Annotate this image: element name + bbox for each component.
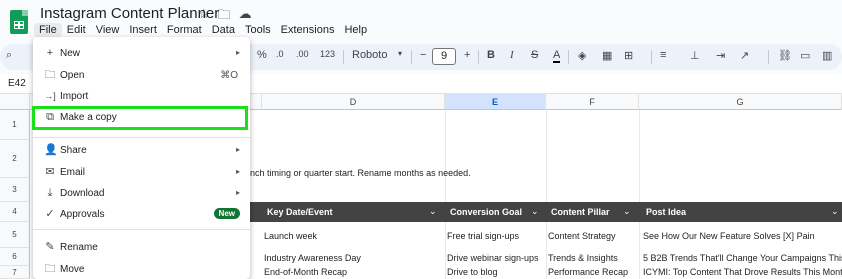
row-header-5[interactable]: 5 [0,222,30,248]
menu-bar: File Edit View Insert Format Data Tools … [34,23,372,37]
shortcut-label: ⌘O [220,70,238,81]
menu-insert[interactable]: Insert [124,23,162,37]
insert-link-icon[interactable]: ⛓ [778,49,792,62]
filter-chevron-icon[interactable]: ⌄ [623,206,631,217]
menu-item-move[interactable]: 🗀 Move [33,259,250,279]
menu-item-import[interactable]: →] Import [33,86,250,107]
download-icon: ⤓ [47,187,53,199]
fill-color-icon[interactable]: ◈ [578,49,586,62]
menu-tools[interactable]: Tools [240,23,276,37]
file-menu: + New ▸ 🗀 Open ⌘O →] Import ⧉ Make a cop… [32,37,250,279]
font-size-input[interactable]: 9 [432,48,456,65]
table-cell[interactable]: Industry Awareness Day [264,253,361,263]
search-menus-icon[interactable]: ⌕ [6,49,12,62]
table-cell[interactable]: Drive webinar sign-ups [447,253,539,263]
row-header-4[interactable]: 4 [0,202,30,222]
submenu-arrow-icon: ▸ [235,188,240,197]
column-header-d[interactable]: D [262,94,445,110]
text-wrap-icon[interactable]: ⇥ [716,49,725,62]
table-cell[interactable]: Free trial sign-ups [447,231,519,241]
bold-icon[interactable]: B [487,49,495,61]
instruction-text[interactable]: nch timing or quarter start. Rename mont… [250,168,471,178]
header-conversion-goal[interactable]: Conversion Goal [450,207,522,217]
row-header-2[interactable]: 2 [0,140,30,178]
menu-item-email[interactable]: ✉ Email ▸ [33,162,250,183]
chevron-down-icon[interactable]: ▾ [398,49,402,58]
document-title[interactable]: Instagram Content Planner [40,5,219,22]
decrease-decimal-button[interactable]: .0 [276,49,284,59]
header-post-idea[interactable]: Post Idea [646,207,686,217]
menu-data[interactable]: Data [207,23,240,37]
filter-chevron-icon[interactable]: ⌄ [531,206,539,217]
horizontal-align-icon[interactable]: ≡ [660,49,666,61]
table-cell[interactable]: Drive to blog [447,267,498,277]
table-cell[interactable]: End-of-Month Recap [264,267,347,277]
header-key-date[interactable]: Key Date/Event [267,207,333,217]
folder-icon: 🗀 [44,69,56,81]
menu-file[interactable]: File [34,23,62,37]
table-cell[interactable]: Performance Recap [548,267,628,277]
insert-chart-icon[interactable]: ▥ [822,49,832,62]
text-rotation-icon[interactable]: ↗ [740,49,749,62]
table-header-row: Key Date/Event ⌄ Conversion Goal ⌄ Conte… [249,202,842,222]
menu-item-share[interactable]: 👤 Share ▸ [33,140,250,161]
menu-extensions[interactable]: Extensions [276,23,340,37]
table-cell[interactable]: ICYMI: Top Content That Drove Results Th… [643,267,842,277]
title-bar: Instagram Content Planner ☆ 🗀 ☁ File Edi… [0,0,842,40]
share-icon: 👤 [44,144,58,156]
menu-item-rename[interactable]: ✎ Rename [33,237,250,258]
new-badge: New [213,208,240,219]
move-icon: 🗀 [44,263,56,275]
vertical-align-icon[interactable]: ⊥ [690,49,700,62]
menu-edit[interactable]: Edit [62,23,91,37]
row-header-6[interactable]: 6 [0,248,30,266]
menu-help[interactable]: Help [339,23,372,37]
sheets-logo-icon[interactable] [10,10,28,34]
header-content-pillar[interactable]: Content Pillar [551,207,610,217]
increase-font-size-icon[interactable]: + [464,49,470,61]
plus-icon: + [46,47,54,59]
menu-item-approvals[interactable]: ✓ Approvals New [33,204,250,225]
text-color-icon[interactable]: A [553,49,561,63]
menu-format[interactable]: Format [162,23,207,37]
insert-comment-icon[interactable]: ▭ [800,49,810,62]
increase-decimal-button[interactable]: .00 [296,49,309,59]
font-family-select[interactable]: Roboto [352,49,387,61]
borders-icon[interactable]: ▦ [602,49,612,62]
table-cell[interactable]: Content Strategy [548,231,616,241]
decrease-font-size-icon[interactable]: − [420,49,426,61]
approvals-icon: ✓ [45,208,55,220]
submenu-arrow-icon: ▸ [235,145,240,154]
number-format-button[interactable]: 123 [320,49,335,59]
table-cell[interactable]: Launch week [264,231,317,241]
column-header-e[interactable]: E [445,94,546,110]
format-percent-button[interactable]: % [257,49,267,61]
table-cell[interactable]: Trends & Insights [548,253,618,263]
rename-icon: ✎ [45,241,55,253]
import-icon: →] [44,91,56,101]
filter-chevron-icon[interactable]: ⌄ [831,206,839,217]
menu-item-download[interactable]: ⤓ Download ▸ [33,183,250,204]
merge-cells-icon[interactable]: ⊞ [624,49,633,62]
menu-item-new[interactable]: + New ▸ [33,43,250,64]
submenu-arrow-icon: ▸ [235,48,240,57]
submenu-arrow-icon: ▸ [235,167,240,176]
menu-item-open[interactable]: 🗀 Open ⌘O [33,65,250,86]
table-cell[interactable]: See How Our New Feature Solves [X] Pain [643,231,815,241]
column-header-g[interactable]: G [639,94,842,110]
email-icon: ✉ [45,166,55,178]
italic-icon[interactable]: I [510,49,514,61]
highlight-box [32,106,248,130]
name-box[interactable]: E42 [8,78,26,89]
strikethrough-icon[interactable]: S [531,49,538,61]
table-cell[interactable]: 5 B2B Trends That'll Change Your Campaig… [643,253,842,263]
row-header-3[interactable]: 3 [0,178,30,202]
menu-view[interactable]: View [91,23,125,37]
column-header-f[interactable]: F [546,94,639,110]
filter-chevron-icon[interactable]: ⌄ [429,206,437,217]
select-all-corner[interactable] [0,94,30,110]
row-header-7[interactable]: 7 [0,266,30,279]
row-header-1[interactable]: 1 [0,110,30,140]
